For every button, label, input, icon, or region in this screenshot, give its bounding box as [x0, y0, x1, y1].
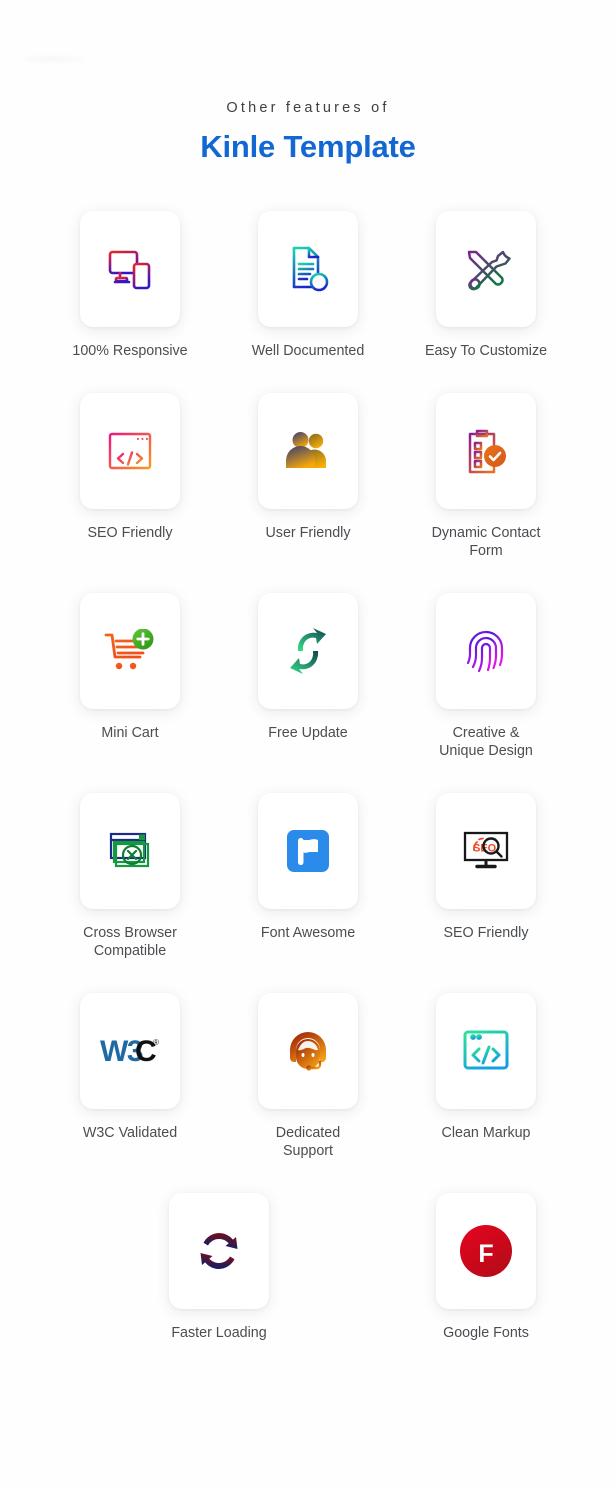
document-info-icon — [283, 242, 333, 296]
feature-card[interactable] — [436, 993, 536, 1109]
feature-card[interactable]: F — [436, 1193, 536, 1309]
feature-label: Easy To Customize — [424, 343, 548, 359]
clipboard-check-icon — [462, 426, 510, 476]
feature-label: User Friendly — [265, 525, 351, 541]
code-window-icon — [107, 430, 153, 472]
feature-item-responsive[interactable]: 100% Responsive — [41, 211, 219, 360]
feature-item-creative-unique-design[interactable]: Creative & Unique Design — [397, 593, 575, 760]
feature-item-faster-loading[interactable]: Faster Loading — [169, 1193, 269, 1342]
feature-item-well-documented[interactable]: Well Documented — [219, 211, 397, 360]
feature-card[interactable] — [80, 393, 180, 509]
feature-item-w3c-validated[interactable]: W3 C ® W3C Validated — [41, 993, 219, 1160]
feature-card[interactable] — [258, 593, 358, 709]
feature-card[interactable] — [169, 1193, 269, 1309]
clean-code-window-icon — [461, 1028, 511, 1074]
flag-icon — [285, 828, 331, 874]
feature-item-easy-customize[interactable]: Easy To Customize — [397, 211, 575, 360]
feature-card[interactable] — [258, 393, 358, 509]
feature-label: Creative & Unique Design — [439, 725, 533, 759]
w3c-logo-icon: W3 C ® — [99, 1034, 161, 1068]
feature-item-cross-browser[interactable]: Cross Browser Compatible — [41, 793, 219, 960]
seo-monitor-search-icon: SEO — [460, 829, 512, 873]
features-grid-last-row: Faster Loading F Google Fonts — [41, 1160, 575, 1342]
feature-label: SEO Friendly — [443, 925, 529, 941]
feature-label: Clean Markup — [441, 1125, 531, 1141]
feature-label: Dynamic Contact Form — [431, 525, 541, 559]
feature-item-mini-cart[interactable]: Mini Cart — [41, 593, 219, 760]
feature-label: 100% Responsive — [72, 343, 188, 359]
support-headset-icon — [284, 1028, 332, 1074]
section-header: Other features of Kinle Template — [0, 0, 616, 165]
feature-item-dynamic-contact-form[interactable]: Dynamic Contact Form — [397, 393, 575, 560]
feature-item-clean-markup[interactable]: Clean Markup — [397, 993, 575, 1160]
section-eyebrow: Other features of — [226, 100, 390, 116]
feature-card[interactable] — [258, 793, 358, 909]
page-title: Kinle Template — [200, 129, 416, 164]
sync-arrows-icon — [195, 1227, 243, 1275]
feature-card[interactable] — [436, 593, 536, 709]
feature-label: Dedicated Support — [275, 1125, 341, 1159]
feature-card[interactable] — [258, 211, 358, 327]
wrench-screwdriver-icon — [460, 243, 512, 295]
feature-label: Well Documented — [251, 343, 365, 359]
refresh-arrows-icon — [284, 625, 332, 677]
feature-item-dedicated-support[interactable]: Dedicated Support — [219, 993, 397, 1160]
feature-item-user-friendly[interactable]: User Friendly — [219, 393, 397, 560]
svg-text:®: ® — [153, 1038, 159, 1047]
responsive-devices-icon — [103, 242, 157, 296]
browser-close-icon — [106, 830, 154, 872]
feature-label: W3C Validated — [82, 1125, 178, 1141]
feature-card[interactable] — [80, 593, 180, 709]
features-page: Other features of Kinle Template 100% Re… — [0, 0, 616, 1489]
feature-label: Faster Loading — [171, 1325, 267, 1341]
feature-item-seo-friendly-code[interactable]: SEO Friendly — [41, 393, 219, 560]
shopping-cart-plus-icon — [103, 629, 157, 673]
feature-label: Font Awesome — [260, 925, 356, 941]
google-fonts-f-icon: F — [458, 1223, 514, 1279]
feature-card[interactable]: SEO — [436, 793, 536, 909]
two-users-icon — [283, 430, 333, 472]
feature-label: SEO Friendly — [87, 525, 173, 541]
svg-text:F: F — [478, 1240, 493, 1268]
feature-card[interactable] — [436, 393, 536, 509]
background-artifact — [22, 57, 84, 61]
feature-label: Free Update — [268, 725, 348, 741]
feature-card[interactable] — [436, 211, 536, 327]
feature-item-font-awesome[interactable]: Font Awesome — [219, 793, 397, 960]
feature-label: Google Fonts — [443, 1325, 529, 1341]
fingerprint-icon — [462, 624, 510, 678]
features-grid: 100% Responsive Well Documented Easy To … — [41, 165, 575, 1160]
feature-item-google-fonts[interactable]: F Google Fonts — [436, 1193, 536, 1342]
feature-item-seo-friendly-monitor[interactable]: SEO SEO Friendly — [397, 793, 575, 960]
feature-label: Mini Cart — [101, 725, 159, 741]
feature-card[interactable]: W3 C ® — [80, 993, 180, 1109]
feature-card[interactable] — [258, 993, 358, 1109]
feature-card[interactable] — [80, 793, 180, 909]
feature-label: Cross Browser Compatible — [83, 925, 177, 959]
feature-card[interactable] — [80, 211, 180, 327]
feature-item-free-update[interactable]: Free Update — [219, 593, 397, 760]
